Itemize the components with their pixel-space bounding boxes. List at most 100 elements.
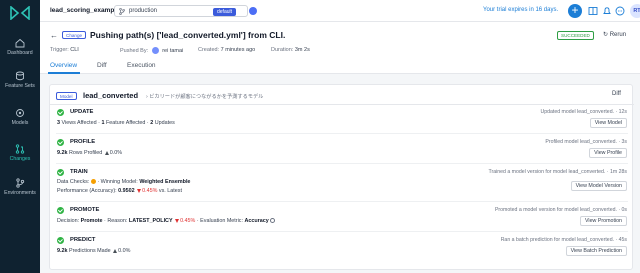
step-description: Promoted a model version for model lead_… [494,207,627,213]
home-icon [15,38,25,48]
model-name[interactable]: lead_converted [83,91,138,100]
duration-value: 3m 2s [294,47,310,53]
evaluation-metric-label: · Evaluation Metric: [195,218,245,224]
branch-icon [16,178,25,188]
database-icon [16,71,24,81]
created-label: Created: [198,47,220,53]
created-meta: Created: 7 minutes ago [198,47,255,53]
back-arrow-icon[interactable]: ← [50,31,58,40]
sidebar-item-environments[interactable]: Environments [0,178,40,196]
triangle-down-icon [137,188,142,193]
rows-label: Rows Profiled [67,150,104,156]
info-icon[interactable] [269,218,275,224]
triangle-up-icon [104,150,109,155]
logo-icon[interactable] [10,6,30,20]
chat-icon[interactable] [615,6,625,16]
change-percent: 0.0% [109,150,123,156]
default-badge: default [213,7,237,16]
decision-value: Promote [80,218,103,224]
sidebar-item-label: Feature Sets [5,83,35,89]
page-title: Pushing path(s) ['lead_converted.yml'] f… [90,30,286,40]
pushed-by-label: Pushed By: [120,47,149,54]
diff-button[interactable]: Diff [612,91,621,97]
reason-value: LATEST_POLICY [128,218,173,224]
chevron-down-icon[interactable] [249,7,257,15]
git-pull-icon [15,144,25,154]
step-summary: 9.2k Predictions Made 0.0% [57,248,130,254]
duration-label: Duration: [271,47,294,53]
trigger-meta: Trigger: CLI [50,47,79,53]
performance-change: 0.45% [142,188,158,194]
divider [50,104,634,105]
sidebar-item-label: Environments [4,190,36,196]
rerun-button[interactable]: ↻ Rerun [603,31,626,38]
step-summary: Decision: Promote · Reason: LATEST_POLIC… [57,218,275,224]
tab-execution[interactable]: Execution [127,62,156,69]
trial-notice[interactable]: Your trial expires in 16 days. [483,7,558,13]
step-description: Ran a batch prediction for model lead_co… [500,237,627,243]
models-icon [16,109,24,117]
sidebar-item-feature-sets[interactable]: Feature Sets [0,71,40,89]
winning-model-label: · Winning Model: [95,179,140,185]
book-icon[interactable] [588,6,598,16]
sidebar-item-label: Models [11,120,29,126]
user-avatar[interactable]: RT [630,4,640,18]
add-button[interactable]: + [568,4,582,18]
performance-label: Performance (Accuracy): [57,188,119,194]
sidebar-item-dashboard[interactable]: Dashboard [0,38,40,56]
check-circle-icon [57,237,64,244]
trigger-value: CLI [70,47,79,53]
updates-label: Updates [153,120,175,126]
view-promotion-button[interactable]: View Promotion [580,216,627,226]
active-tab-indicator [48,72,80,74]
triangle-down-icon [175,218,180,223]
winning-model-value: Weighted Ensemble [139,179,191,185]
check-circle-icon [57,109,64,116]
tab-diff[interactable]: Diff [97,62,107,69]
duration-meta: Duration: 3m 2s [271,47,310,53]
project-name[interactable]: lead_scoring_example [50,7,120,14]
vs-latest-label: vs. Latest [157,188,182,194]
step-summary: 9.2k Rows Profiled 0.0% [57,150,122,156]
step-performance: Performance (Accuracy): 0.9502 0.45% vs.… [57,188,182,194]
step-description: Updated model lead_converted. · 12s [540,109,627,115]
view-batch-prediction-button[interactable]: View Batch Prediction [565,246,627,256]
view-model-version-button[interactable]: View Model Version [570,181,627,191]
top-bar: lead_scoring_example production default … [40,0,640,22]
features-label: Feature Affected · [104,120,151,126]
tab-overview[interactable]: Overview [50,62,77,69]
change-header: ← Change Pushing path(s) ['lead_converte… [40,22,640,74]
view-model-button[interactable]: View Model [589,118,627,128]
view-profile-button[interactable]: View Profile [589,148,627,158]
predictions-label: Predictions Made [67,248,113,254]
branch-icon [119,8,125,15]
sidebar-item-label: Dashboard [7,50,33,56]
rerun-label: Rerun [609,32,627,38]
branch-selector[interactable]: production default [114,5,257,17]
promote-change: 0.45% [180,218,196,224]
step-summary: 3 Views Affected · 1 Feature Affected · … [57,120,175,126]
change-percent: 0.0% [118,248,131,254]
step-name: UPDATE [70,109,94,115]
refresh-icon: ↻ [603,32,609,38]
step-name: PROFILE [70,139,96,145]
check-circle-icon [57,207,64,214]
sidebar-item-label: Changes [9,156,31,162]
model-badge: Model [56,92,77,100]
bell-icon[interactable] [602,6,612,16]
reason-label: · Reason: [102,218,129,224]
pushed-by-meta: Pushed By: rei tamai [120,47,183,54]
step-name: PREDICT [70,237,96,243]
step-description: Profiled model lead_converted. · 3s [545,139,627,145]
sidebar-item-changes[interactable]: Changes [0,144,40,162]
model-change-card: Model lead_converted › ビカリードが顧客につながるかを予測… [49,84,634,270]
step-summary: Data Checks: · Winning Model: Weighted E… [57,179,190,185]
divider [56,231,628,232]
check-circle-icon [57,169,64,176]
divider [56,133,628,134]
chevron-right-icon: › [146,93,148,100]
pushed-by-value: rei tamai [162,47,184,54]
sidebar-item-models[interactable]: Models [0,108,40,126]
performance-value: 0.9502 [118,188,135,194]
divider [56,201,628,202]
